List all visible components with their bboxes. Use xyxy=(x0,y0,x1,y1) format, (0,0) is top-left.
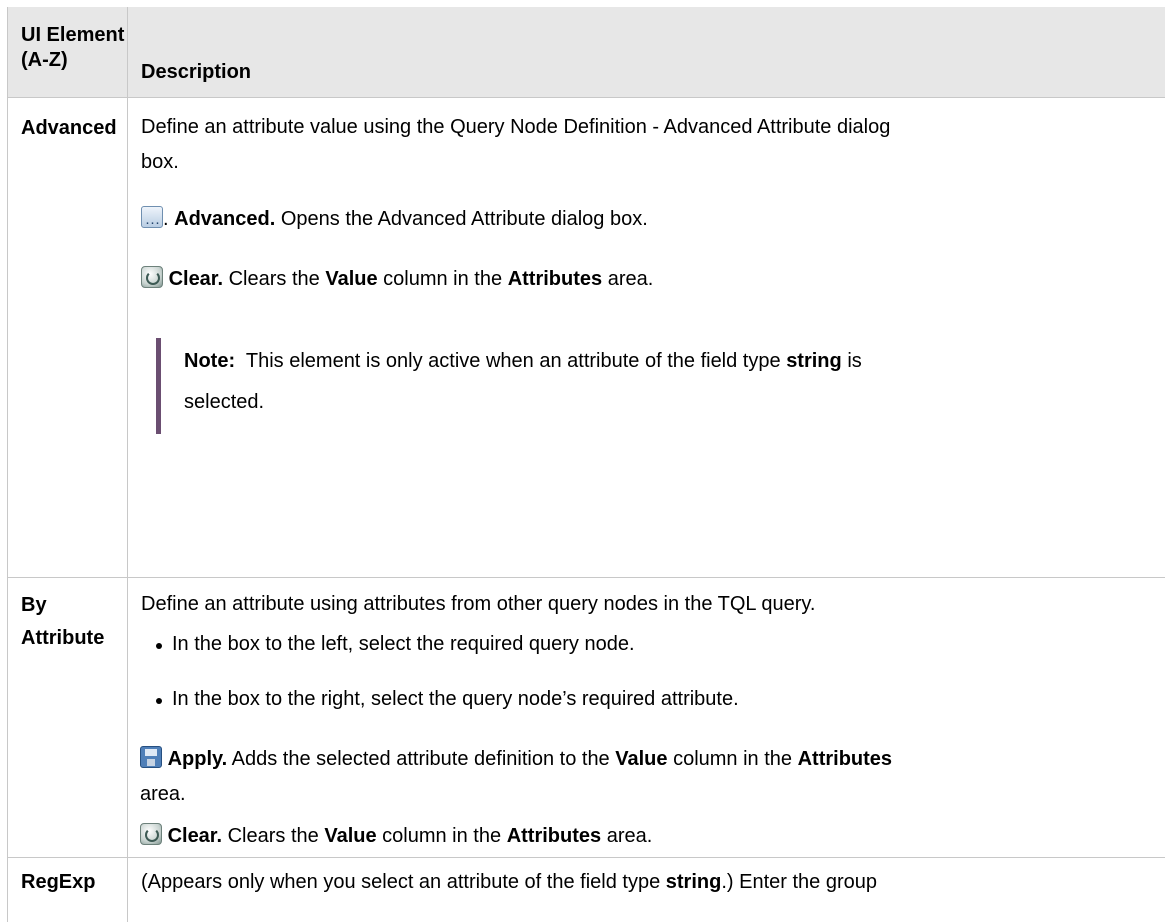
advanced-dot: . xyxy=(163,208,169,230)
clear-text: area. xyxy=(607,268,654,290)
ui-element-cell: RegExp xyxy=(8,858,128,922)
attributes-area-ref: Attributes xyxy=(797,748,893,770)
note-box: Note: This element is only active when a… xyxy=(156,338,1161,434)
note-text-part: is xyxy=(847,350,862,372)
value-column-ref: Value xyxy=(325,268,378,290)
clear-button-label: Clear. xyxy=(168,268,224,290)
description-text: (Appears only when you select an attribu… xyxy=(141,864,1161,901)
clear-button-description: Clear. Clears the Value column in the At… xyxy=(140,818,1160,855)
ellipsis-button-icon xyxy=(141,204,163,241)
apply-button-description: Apply. Adds the selected attribute defin… xyxy=(140,741,1160,778)
string-type-ref: string xyxy=(786,350,842,372)
table-row-regexp: RegExp (Appears only when you select an … xyxy=(8,858,1165,922)
advanced-button-text: Opens the Advanced Attribute dialog box. xyxy=(280,208,648,230)
by-attribute-description-body: In the box to the left, select the requi… xyxy=(127,578,1165,850)
clear-text: column in the xyxy=(383,268,503,290)
regexp-text: .) Enter the group xyxy=(721,871,877,893)
clear-text: column in the xyxy=(382,825,502,847)
clear-text: Clears the xyxy=(228,268,320,290)
save-floppy-icon xyxy=(140,746,162,768)
description-cell: (Appears only when you select an attribu… xyxy=(128,858,1165,922)
ui-element-name: RegExp xyxy=(21,871,96,893)
apply-text-cont: area. xyxy=(140,783,186,805)
value-column-ref: Value xyxy=(615,748,668,770)
description-text: Define an attribute value using the Quer… xyxy=(141,116,891,138)
advanced-button-description: . Advanced. Opens the Advanced Attribute… xyxy=(141,201,1161,241)
note-text: Note: This element is only active when a… xyxy=(184,343,1165,380)
clear-refresh-icon xyxy=(140,823,162,845)
string-type-ref: string xyxy=(665,871,722,893)
clear-text: Clears the xyxy=(227,825,319,847)
bullet-item: In the box to the right, select the quer… xyxy=(172,688,739,710)
apply-text: column in the xyxy=(673,748,793,770)
description-cell: Define an attribute value using the Quer… xyxy=(128,98,1165,578)
clear-button-description: Clear. Clears the Value column in the At… xyxy=(141,261,1161,298)
ui-element-name-line1: By xyxy=(21,594,47,616)
ui-element-cell: By Attribute xyxy=(8,578,128,877)
regexp-text: (Appears only when you select an attribu… xyxy=(141,871,661,893)
bullet-dot xyxy=(156,698,162,704)
note-label: Note: xyxy=(184,350,236,372)
clear-text: area. xyxy=(606,825,653,847)
value-column-ref: Value xyxy=(324,825,377,847)
attributes-area-ref: Attributes xyxy=(507,268,603,290)
header-description-label: Description xyxy=(141,61,252,83)
clear-refresh-icon xyxy=(141,266,163,288)
apply-text: Adds the selected attribute definition t… xyxy=(231,748,610,770)
bullet-dot xyxy=(156,643,162,649)
description-text-cont: box. xyxy=(141,151,179,173)
note-text-cont: selected. xyxy=(184,391,265,413)
ui-element-name: Advanced xyxy=(21,117,117,139)
ui-element-name-line2: Attribute xyxy=(21,627,105,649)
header-ui-element: UI Element (A-Z) xyxy=(8,7,128,97)
attributes-area-ref: Attributes xyxy=(506,825,602,847)
clear-button-label: Clear. xyxy=(167,825,223,847)
note-text-part: This element is only active when an attr… xyxy=(245,350,781,372)
header-description: Description xyxy=(128,7,1165,97)
advanced-button-label: Advanced. xyxy=(174,208,276,230)
header-ui-element-line2: (A-Z) xyxy=(21,49,68,71)
apply-button-label: Apply. xyxy=(167,748,228,770)
header-ui-element-line1: UI Element xyxy=(21,24,125,46)
table-row-advanced: Advanced Define an attribute value using… xyxy=(8,98,1165,578)
bullet-item: In the box to the left, select the requi… xyxy=(172,633,635,655)
ui-element-cell: Advanced xyxy=(8,98,128,578)
